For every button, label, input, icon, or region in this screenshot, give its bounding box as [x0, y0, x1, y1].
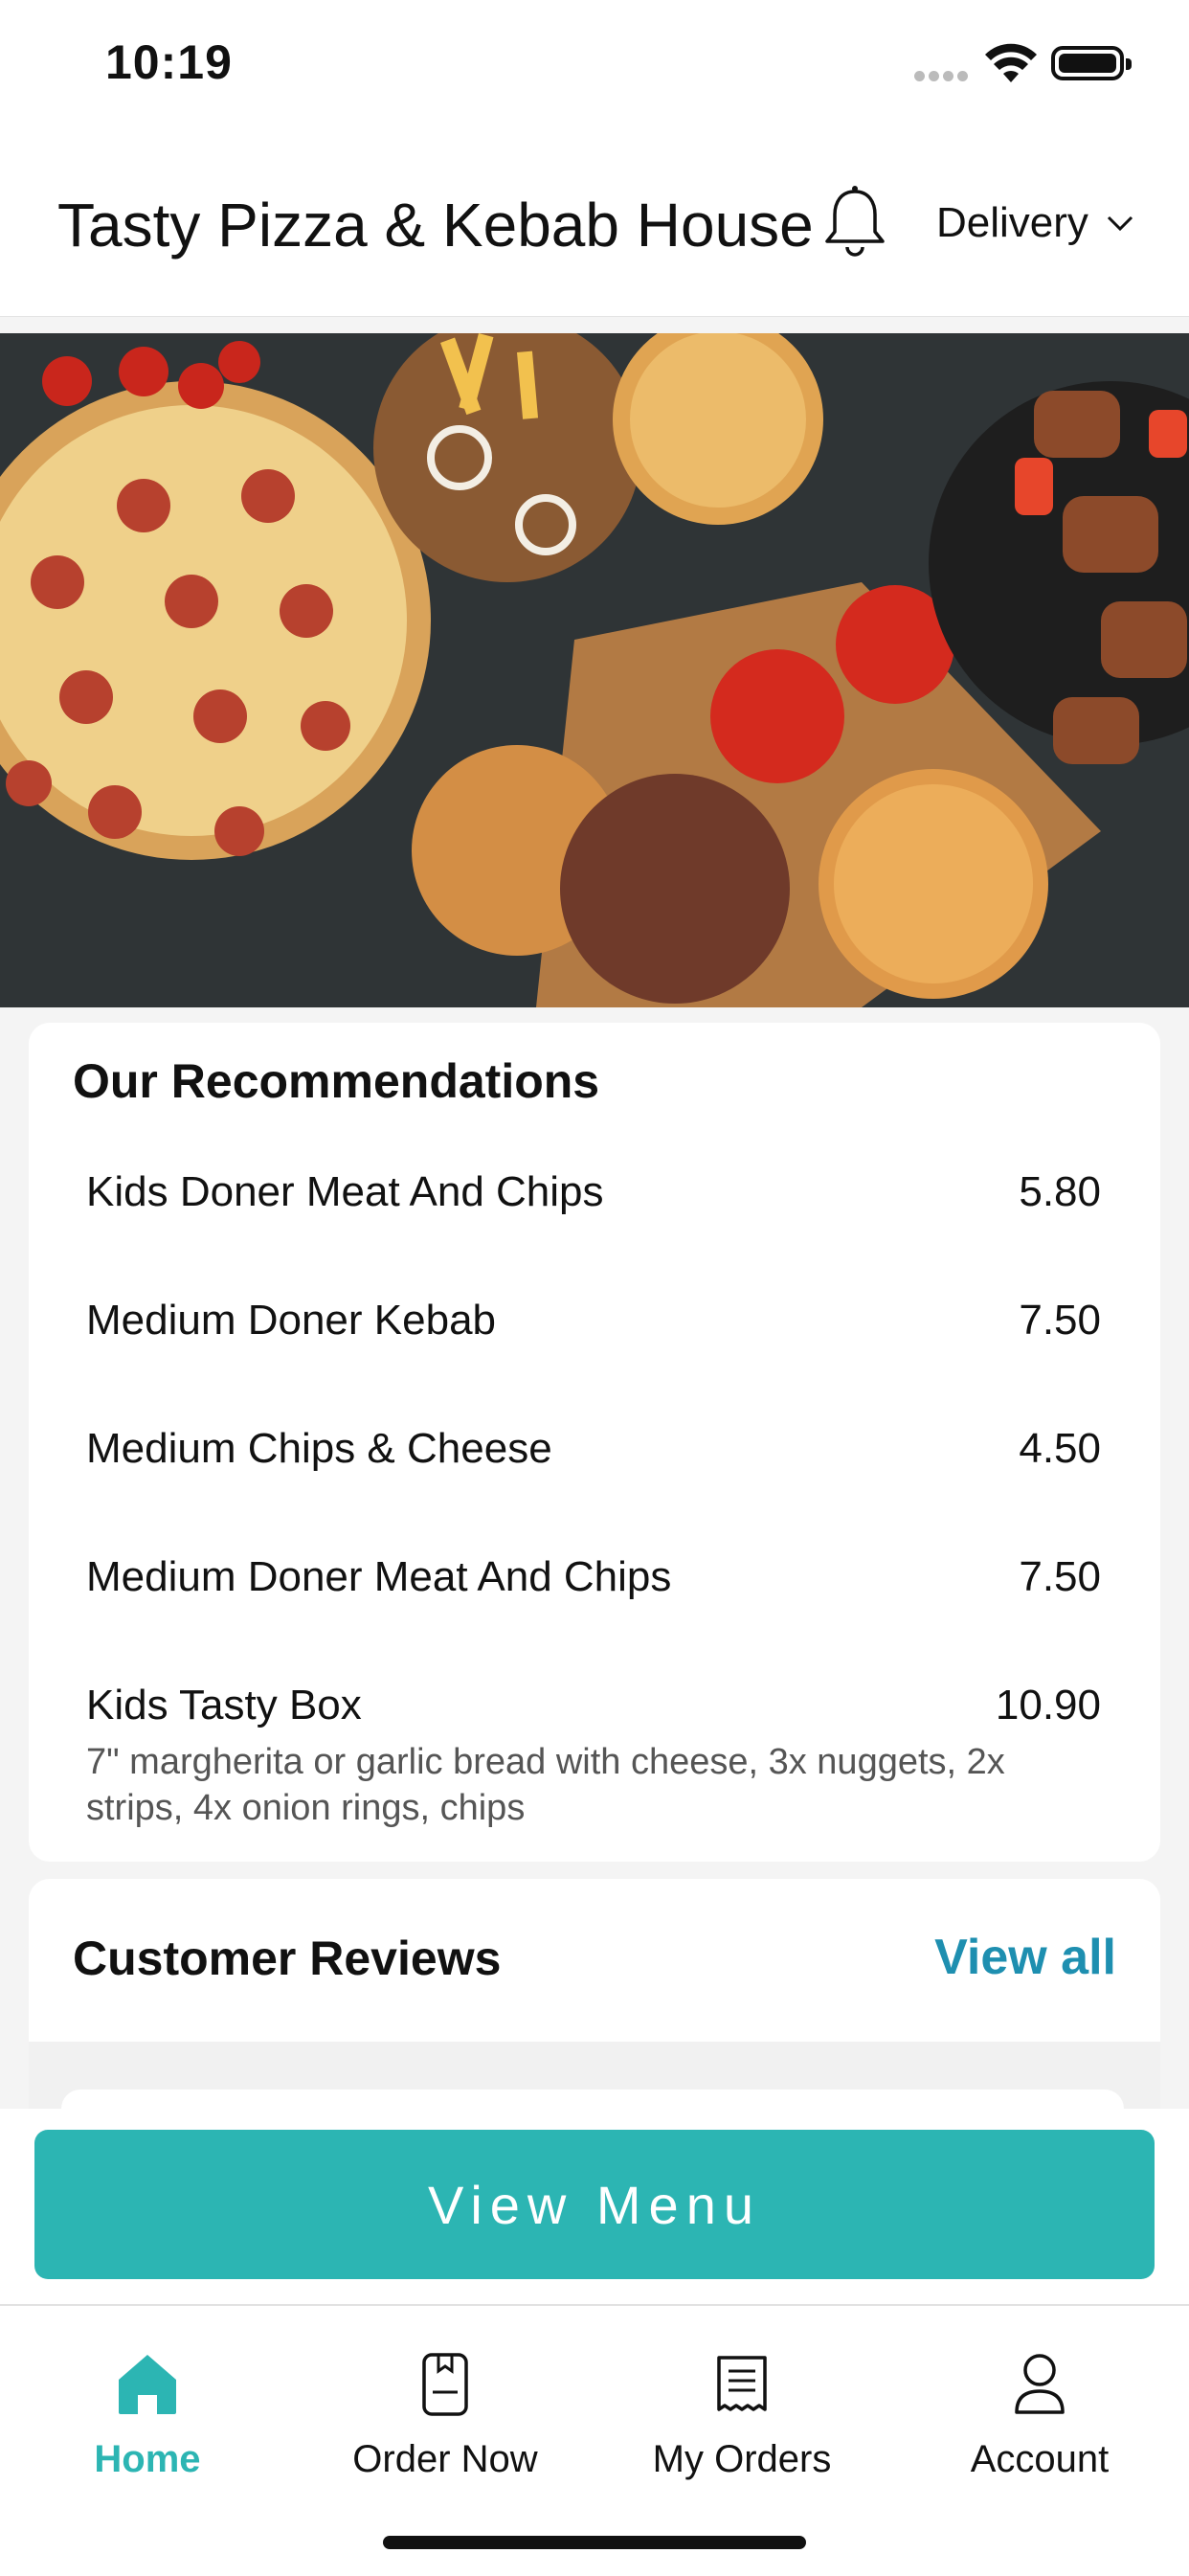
- item-name: Medium Doner Meat And Chips: [86, 1553, 672, 1600]
- order-icon: [422, 2353, 468, 2416]
- recommendation-item[interactable]: Medium Chips & Cheese 4.50: [86, 1425, 1101, 1473]
- recommendation-item[interactable]: Kids Tasty Box 10.90 7" margherita or ga…: [86, 1682, 1101, 1831]
- tab-label: Home: [94, 2438, 201, 2480]
- signal-icon: [914, 69, 972, 86]
- wifi-icon: [985, 43, 1037, 82]
- item-description: 7" margherita or garlic bread with chees…: [86, 1742, 1005, 1828]
- tab-order-now[interactable]: Order Now: [321, 2346, 570, 2481]
- delivery-mode-dropdown[interactable]: Delivery: [936, 199, 1134, 247]
- tab-home[interactable]: Home: [23, 2346, 272, 2481]
- recommendations-card: Our Recommendations Kids Doner Meat And …: [29, 1023, 1160, 1862]
- battery-icon: [1051, 46, 1132, 80]
- recommendation-item[interactable]: Medium Doner Meat And Chips 7.50: [86, 1553, 1101, 1601]
- item-name: Medium Doner Kebab: [86, 1297, 497, 1344]
- status-bar: 10:19: [0, 0, 1189, 134]
- tab-label: My Orders: [652, 2438, 832, 2480]
- app-header: Tasty Pizza & Kebab House Delivery: [0, 134, 1189, 317]
- home-indicator[interactable]: [383, 2536, 806, 2549]
- recommendation-item[interactable]: Medium Doner Kebab 7.50: [86, 1297, 1101, 1344]
- item-price: 10.90: [995, 1682, 1101, 1729]
- delivery-mode-label: Delivery: [936, 199, 1088, 246]
- restaurant-title: Tasty Pizza & Kebab House: [57, 191, 814, 260]
- tab-label: Account: [970, 2438, 1110, 2480]
- user-icon: [1015, 2354, 1065, 2414]
- hero-food-image: [0, 333, 1189, 1007]
- chevron-down-icon: [1107, 215, 1133, 232]
- bell-icon[interactable]: [821, 184, 888, 260]
- recommendation-item[interactable]: Kids Doner Meat And Chips 5.80: [86, 1168, 1101, 1216]
- recommendations-title: Our Recommendations: [73, 1054, 600, 1108]
- item-name: Kids Doner Meat And Chips: [86, 1168, 604, 1215]
- hero-illustration: [0, 333, 1189, 1007]
- tab-my-orders[interactable]: My Orders: [617, 2346, 866, 2481]
- item-name: Kids Tasty Box: [86, 1682, 362, 1729]
- item-price: 4.50: [1019, 1425, 1101, 1472]
- item-price: 7.50: [1019, 1297, 1101, 1344]
- view-menu-button[interactable]: View Menu: [34, 2130, 1155, 2279]
- item-name: Medium Chips & Cheese: [86, 1425, 552, 1472]
- customer-reviews-card: Customer Reviews View all: [29, 1879, 1160, 2128]
- tab-label: Order Now: [352, 2438, 538, 2480]
- item-price: 7.50: [1019, 1553, 1101, 1600]
- view-all-reviews-link[interactable]: View all: [934, 1929, 1116, 1986]
- reviews-title: Customer Reviews: [73, 1932, 502, 1985]
- home-icon: [119, 2355, 176, 2414]
- status-time: 10:19: [105, 35, 233, 89]
- tab-account[interactable]: Account: [915, 2346, 1164, 2481]
- item-price: 5.80: [1019, 1168, 1101, 1215]
- receipt-icon: [717, 2356, 767, 2411]
